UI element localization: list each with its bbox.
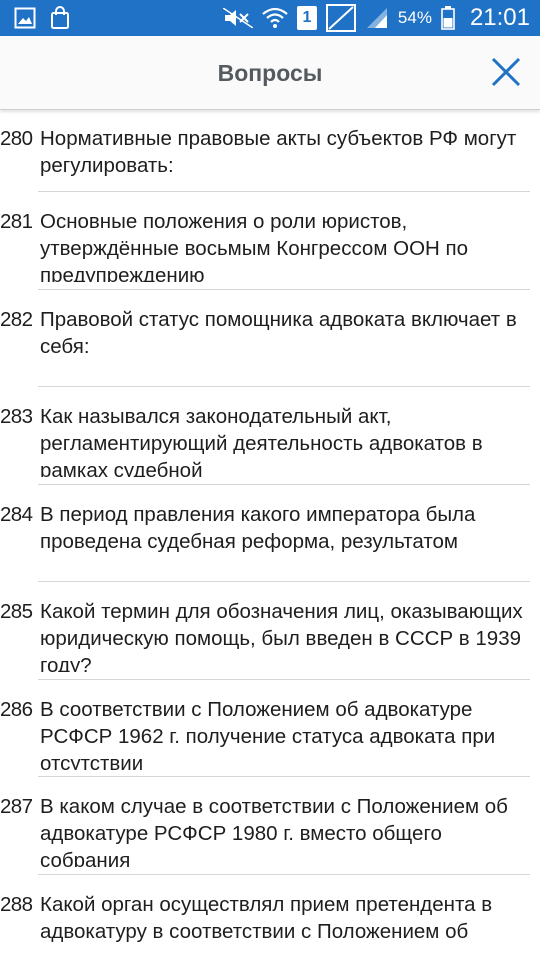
list-item[interactable]: 283 Как назывался законодательный акт, ре… [0, 387, 540, 485]
question-text: Какой термин для обозначения лиц, оказыв… [40, 600, 523, 672]
list-item[interactable]: 285 Какой термин для обозначения лиц, ока… [0, 582, 540, 680]
list-item[interactable]: 284 В период правления какого императора … [0, 485, 540, 583]
question-number: 284 [0, 502, 33, 526]
battery-percent: 54% [397, 8, 432, 27]
signal-icon [365, 7, 389, 29]
question-number: 287 [0, 795, 33, 818]
list-item[interactable]: 287 В каком случае в соответствии с Полож… [0, 777, 540, 875]
close-button[interactable] [488, 54, 524, 90]
app-header: Вопросы [0, 36, 540, 110]
question-text: В период правления какого императора был… [40, 502, 476, 553]
clock: 21:01 [469, 4, 530, 31]
question-text: В каком случае в соответствии с Положени… [40, 795, 508, 867]
question-text: Основные положения о роли юристов, утвер… [40, 210, 469, 282]
mute-icon [222, 8, 253, 28]
wifi-icon [262, 7, 288, 29]
status-bar: 1 54% 21:01 [0, 0, 540, 36]
shopping-bag-icon [50, 6, 70, 30]
question-number: 285 [0, 600, 33, 623]
question-number: 286 [0, 697, 33, 721]
list-item[interactable]: 280 Нормативные правовые акты субъектов Р… [0, 110, 540, 192]
question-number: 281 [0, 210, 33, 233]
question-text: Какой орган осуществлял прием претендент… [40, 892, 493, 943]
question-number: 282 [0, 307, 33, 331]
no-signal-icon [325, 4, 356, 32]
question-number: 283 [0, 405, 33, 428]
question-text: В соответствии с Положением об адвокатур… [40, 697, 496, 770]
list-item[interactable]: 288 Какой орган осуществлял прием претенд… [0, 875, 540, 960]
question-text: Правовой статус помощника адвоката включ… [40, 307, 517, 358]
questions-list: 280 Нормативные правовые акты субъектов Р… [0, 110, 540, 960]
sim-icon: 1 [296, 6, 317, 30]
gallery-icon [14, 7, 36, 29]
page-title: Вопросы [217, 60, 323, 86]
status-bar-left [14, 6, 70, 30]
list-item[interactable]: 282 Правовой статус помощника адвоката вк… [0, 290, 540, 388]
question-number: 280 [0, 127, 33, 150]
status-bar-right: 1 54% 21:01 [222, 4, 530, 32]
list-item[interactable]: 281 Основные положения о роли юристов, ут… [0, 192, 540, 290]
battery-icon [441, 6, 455, 30]
close-icon[interactable] [491, 57, 521, 87]
list-item[interactable]: 286 В соответствии с Положением об адвока… [0, 680, 540, 778]
question-number: 288 [0, 892, 33, 916]
question-text: Нормативные правовые акты субъектов РФ м… [40, 127, 517, 177]
question-text: Как назывался законодательный акт, регла… [40, 405, 483, 477]
